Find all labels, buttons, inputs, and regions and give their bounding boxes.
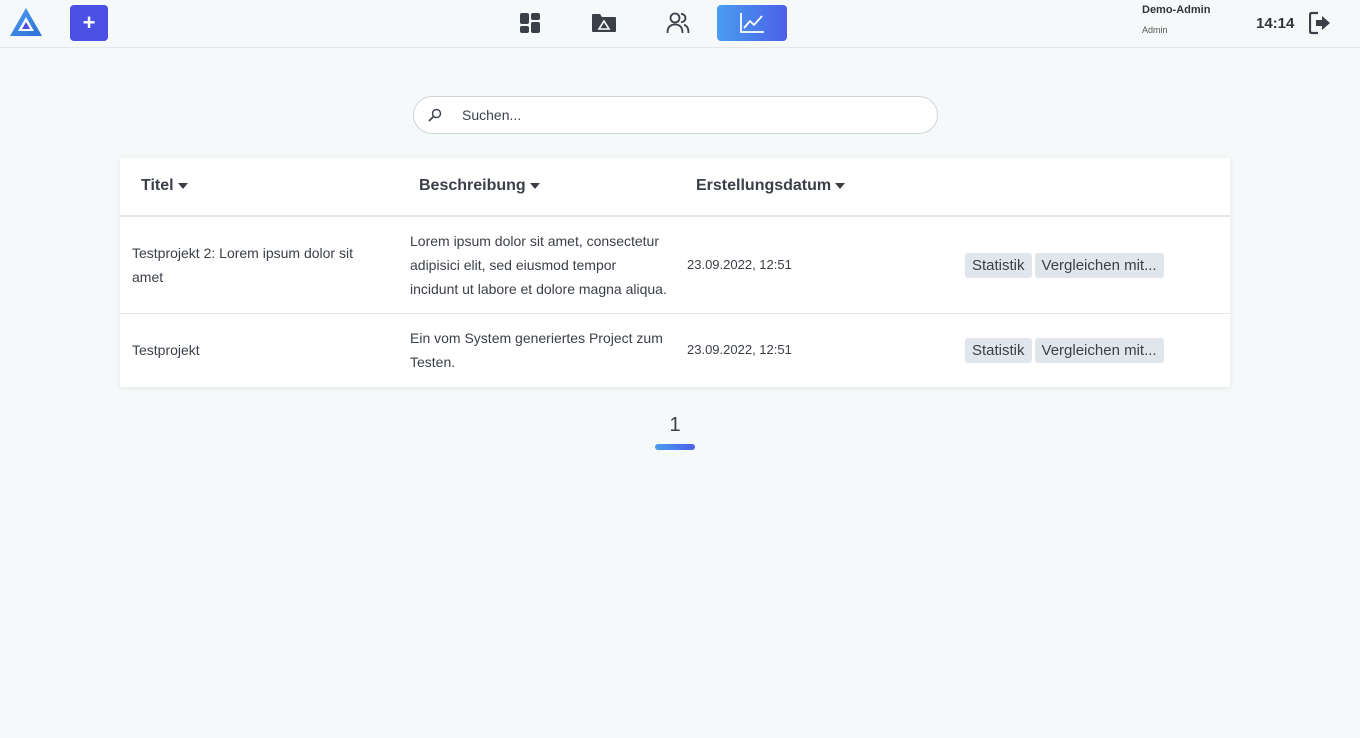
row-actions: Statistik Vergleichen mit...: [965, 338, 1164, 363]
project-description: Lorem ipsum dolor sit amet, consectetur …: [410, 233, 667, 297]
column-label: Erstellungsdatum: [696, 177, 832, 194]
nav-projects[interactable]: [569, 5, 639, 41]
sort-caret-icon: [177, 183, 188, 189]
app-logo-icon[interactable]: [8, 6, 44, 38]
statistics-button[interactable]: Statistik: [965, 253, 1032, 278]
user-info: Demo-Admin Admin: [1142, 4, 1210, 35]
row-actions: Statistik Vergleichen mit...: [965, 253, 1164, 278]
project-date: 23.09.2022, 12:51: [687, 342, 792, 357]
column-label: Titel: [141, 177, 174, 194]
projects-folder-icon: [592, 14, 616, 32]
top-bar: + Demo-Admin Admin 14:14: [0, 0, 1360, 48]
statistics-chart-icon: [740, 13, 764, 33]
project-date: 23.09.2022, 12:51: [687, 257, 792, 272]
main-nav: [495, 5, 787, 41]
nav-dashboard[interactable]: [495, 5, 565, 41]
sort-caret-icon: [529, 183, 540, 189]
search-input[interactable]: [462, 97, 922, 133]
search-icon: [428, 108, 442, 122]
sort-caret-icon: [835, 183, 846, 189]
user-name: Demo-Admin: [1142, 4, 1211, 16]
clock: 14:14: [1256, 15, 1295, 32]
nav-users[interactable]: [643, 5, 713, 41]
logout-icon: [1308, 11, 1330, 35]
projects-table: Titel Beschreibung Erstellungsdatum Test…: [120, 158, 1230, 387]
nav-statistics[interactable]: [717, 5, 787, 41]
project-description: Ein vom System generiertes Project zum T…: [410, 330, 663, 370]
project-title: Testprojekt 2: Lorem ipsum dolor sit ame…: [132, 245, 353, 285]
dashboard-icon: [520, 13, 540, 33]
column-label: Beschreibung: [419, 177, 526, 194]
column-header-description[interactable]: Beschreibung: [419, 177, 540, 195]
column-header-date[interactable]: Erstellungsdatum: [696, 177, 846, 195]
table-row[interactable]: Testprojekt 2: Lorem ipsum dolor sit ame…: [120, 217, 1230, 314]
pagination-active-indicator: [655, 444, 695, 450]
project-title: Testprojekt: [132, 342, 200, 358]
compare-button[interactable]: Vergleichen mit...: [1034, 253, 1164, 278]
pagination-page-1[interactable]: 1: [666, 414, 684, 437]
table-row[interactable]: Testprojekt Ein vom System generiertes P…: [120, 314, 1230, 387]
users-icon: [666, 12, 690, 34]
table-header: Titel Beschreibung Erstellungsdatum: [120, 158, 1230, 217]
compare-button[interactable]: Vergleichen mit...: [1034, 338, 1164, 363]
logout-button[interactable]: [1308, 11, 1331, 35]
column-header-title[interactable]: Titel: [141, 177, 188, 195]
statistics-button[interactable]: Statistik: [965, 338, 1032, 363]
search-bar: [413, 96, 938, 134]
add-project-button[interactable]: +: [70, 5, 108, 41]
user-role: Admin: [1142, 25, 1168, 35]
